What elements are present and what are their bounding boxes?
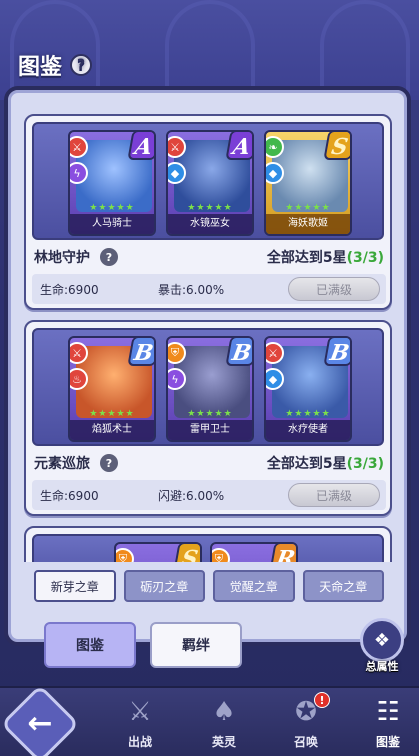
max-level-button[interactable]: 已满级 [288,483,380,507]
stat-hp: 生命:6900 [40,488,99,503]
total-attributes-button[interactable]: ❖ 总属性 [352,618,412,678]
crossed-swords-icon: ⚔ [128,697,152,727]
tab-bond[interactable]: 羁绊 [150,622,242,668]
hero-row: ★★★★★ 人马骑士 A ⚔ ϟ ★★★★★ 水镜巫女 A ⚔ ◆ ★★★★★ … [32,122,384,240]
chapter-tab-2[interactable]: 砺刃之章 [123,570,205,602]
nav-summon-label: 召唤 [293,735,318,749]
set-requirement: 全部达到5星(3/3) [266,456,384,472]
shield-icon: ⛨ [212,548,230,562]
hero-name: 水疗使者 [266,420,350,440]
grade-badge: B [127,338,154,366]
hero-card[interactable]: ★★★★★ 水疗使者 B ⚔ ◆ [264,336,352,442]
grade-badge: R [269,544,296,562]
stat-crit: 暴击:6.00% [158,282,225,297]
hero-name: 焰狐术士 [70,420,154,440]
set-list[interactable]: ★★★★★ 人马骑士 A ⚔ ϟ ★★★★★ 水镜巫女 A ⚔ ◆ ★★★★★ … [24,108,392,562]
hero-card[interactable]: ★★★★★ 水镜巫女 A ⚔ ◆ [166,130,254,236]
hero-name: 雷甲卫士 [168,420,252,440]
chapter-tabs: 新芽之章 砺刃之章 觉醒之章 天命之章 [34,570,384,602]
nav-catalog[interactable]: ☷ 图鉴 [358,692,418,756]
stat-hp: 生命:6900 [40,282,99,297]
bottom-nav: ← ⚔ 出战 ♠ 英灵 ✪ 召唤 ! ☷ 图鉴 [0,684,419,756]
page-title: 图鉴 [18,55,63,80]
max-level-button[interactable]: 已满级 [288,277,380,301]
set-card: ★★★★★ 人马骑士 A ⚔ ϟ ★★★★★ 水镜巫女 A ⚔ ◆ ★★★★★ … [24,114,392,310]
nav-battle-label: 出战 [127,735,152,749]
notification-badge: ! [314,692,330,708]
grade-badge: B [323,338,350,366]
nav-heroes[interactable]: ♠ 英灵 [194,692,254,756]
hero-card[interactable]: ★★★★★ 人马骑士 A ⚔ ϟ [68,130,156,236]
hero-name: 人马骑士 [70,214,154,234]
grade-badge: S [323,132,350,160]
back-arrow-icon: ← [27,706,53,741]
set-stats-row: 生命:6900 闪避:6.00% 已满级 [32,480,386,510]
page-header: 图鉴 ? [18,50,93,80]
tab-catalog[interactable]: 图鉴 [44,622,136,668]
set-info-row: 林地守护 ? 全部达到5星(3/3) [34,246,384,268]
set-card: ★★★★★ 焰狐术士 B ⚔ ♨ ★★★★★ 雷甲卫士 B ⛨ ϟ ★★★★★ … [24,320,392,516]
hero-card[interactable]: ★★★★★ 雷甲卫士 B ⛨ ϟ [166,336,254,442]
hero-card[interactable]: ★★★★★ 焰狐术士 B ⚔ ♨ [68,336,156,442]
hero-card[interactable]: R ⛨ [210,542,298,562]
total-attributes-label: 总属性 [365,660,399,673]
hero-row: S ⛨ R ⛨ [32,534,384,562]
book-icon: ❖ [360,618,404,662]
set-card: S ⛨ R ⛨ [24,526,392,562]
hero-card[interactable]: S ⛨ [114,542,202,562]
set-name: 元素巡旅 [34,456,90,472]
set-requirement: 全部达到5星(3/3) [266,250,384,266]
chapter-tab-3[interactable]: 觉醒之章 [213,570,295,602]
stat-dodge: 闪避:6.00% [158,488,225,503]
grade-badge: S [173,544,200,562]
set-progress: (3/3) [346,456,384,472]
shield-icon: ⛨ [116,548,134,562]
set-help-icon[interactable]: ? [100,454,118,472]
chapter-tab-1[interactable]: 新芽之章 [34,570,116,602]
grade-badge: A [127,132,154,160]
hero-name: 海妖歌姬 [266,214,350,234]
nav-summon[interactable]: ✪ 召唤 ! [276,692,336,756]
help-icon[interactable]: ? [70,54,93,76]
nav-battle[interactable]: ⚔ 出战 [110,692,170,756]
grade-badge: A [225,132,252,160]
set-progress: (3/3) [346,250,384,266]
grade-badge: B [225,338,252,366]
nav-heroes-label: 英灵 [211,735,236,749]
set-stats-row: 生命:6900 暴击:6.00% 已满级 [32,274,386,304]
chapter-tab-4[interactable]: 天命之章 [302,570,384,602]
open-book-icon: ☷ [376,697,400,727]
set-info-row: 元素巡旅 ? 全部达到5星(3/3) [34,452,384,474]
set-name: 林地守护 [34,250,90,266]
hero-card[interactable]: ★★★★★ 海妖歌姬 S ❧ ◆ [264,130,352,236]
nav-catalog-label: 图鉴 [375,735,400,749]
set-help-icon[interactable]: ? [100,248,118,266]
hero-name: 水镜巫女 [168,214,252,234]
hero-row: ★★★★★ 焰狐术士 B ⚔ ♨ ★★★★★ 雷甲卫士 B ⛨ ϟ ★★★★★ … [32,328,384,446]
cards-icon: ♠ [212,697,236,727]
